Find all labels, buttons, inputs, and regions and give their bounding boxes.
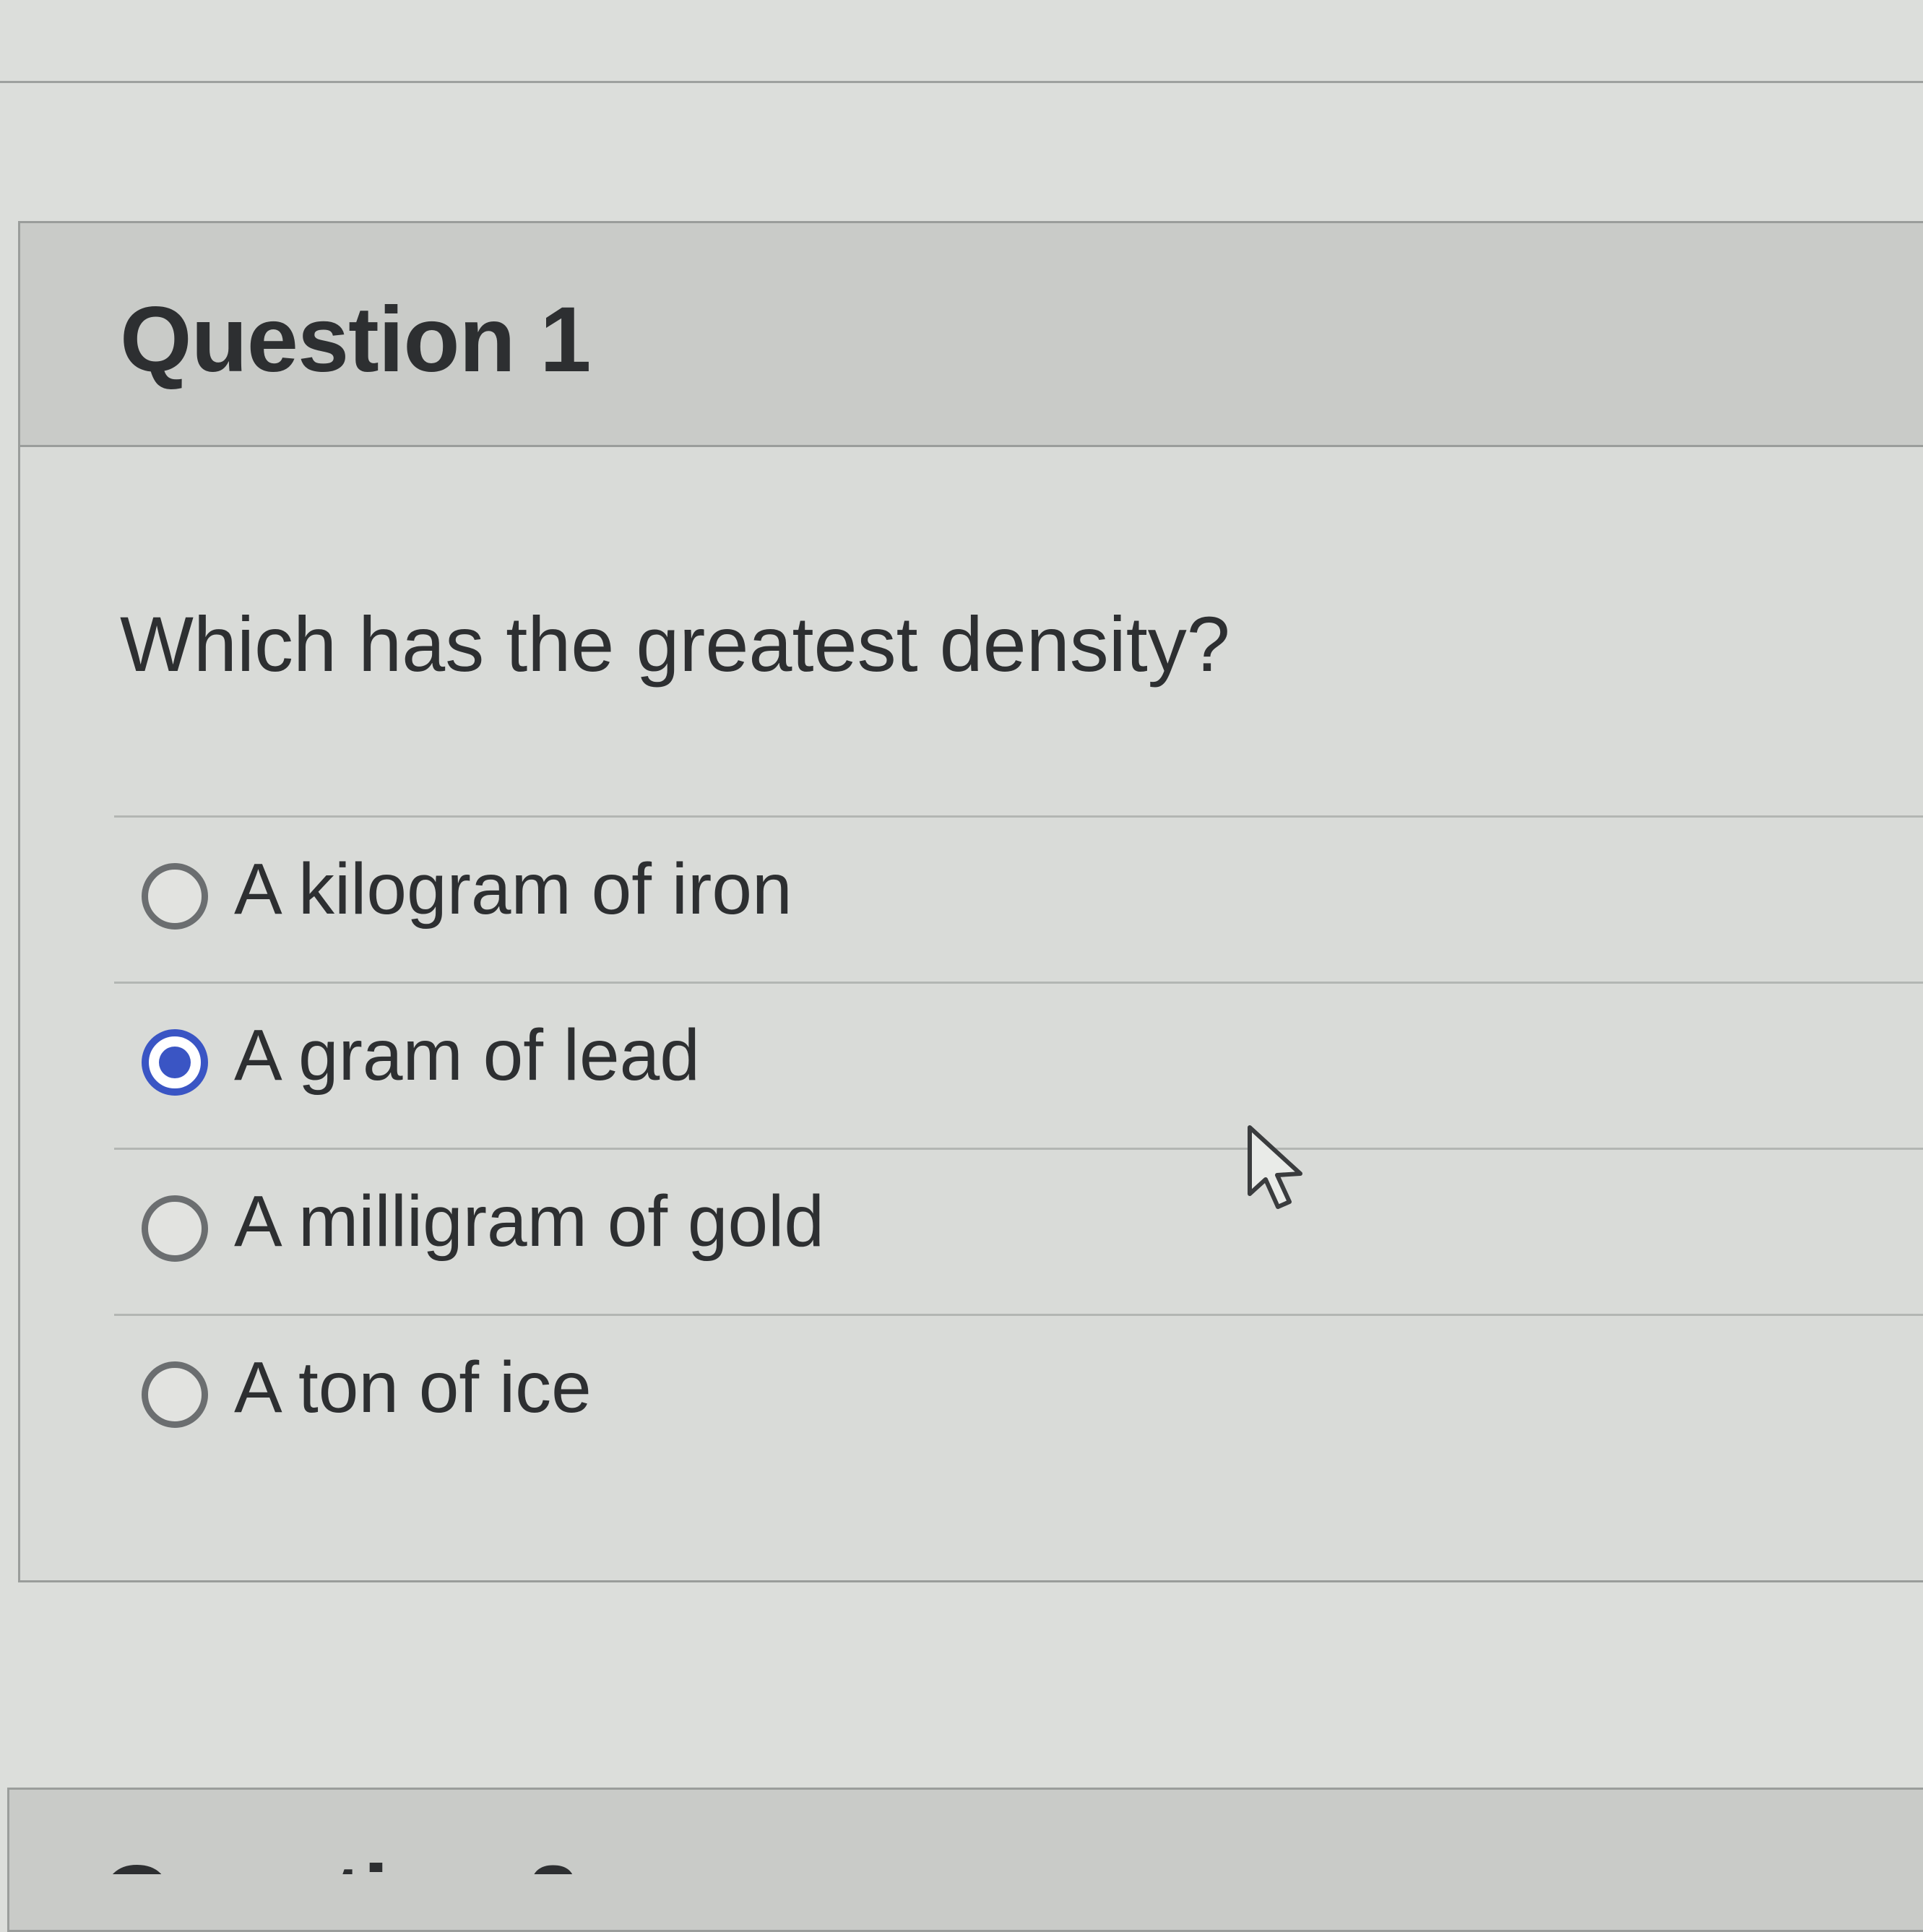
answer-option-ice[interactable]: A ton of ice — [114, 1314, 1923, 1480]
next-question-title-clip: Question 2 — [101, 1845, 607, 1874]
radio-button-checked-icon[interactable] — [142, 1029, 208, 1096]
radio-button-icon[interactable] — [142, 863, 208, 930]
top-divider — [0, 81, 1923, 83]
question-header: Question 1 — [20, 223, 1923, 447]
question-title: Question 1 — [120, 288, 591, 391]
answer-label[interactable]: A gram of lead — [234, 1014, 700, 1097]
mouse-pointer-icon — [1248, 1125, 1302, 1209]
answer-option-iron[interactable]: A kilogram of iron — [114, 815, 1923, 982]
answer-label[interactable]: A ton of ice — [234, 1346, 592, 1429]
answer-list: A kilogram of iron A gram of lead A mill… — [114, 815, 1923, 1480]
radio-button-icon[interactable] — [142, 1195, 208, 1262]
radio-button-icon[interactable] — [142, 1361, 208, 1428]
answer-option-lead[interactable]: A gram of lead — [114, 982, 1923, 1148]
next-question-title: Question 2 — [101, 1845, 579, 1874]
question-text: Which has the greatest density? — [120, 600, 1230, 688]
answer-option-gold[interactable]: A milligram of gold — [114, 1148, 1923, 1314]
answer-label[interactable]: A kilogram of iron — [234, 848, 792, 931]
answer-label[interactable]: A milligram of gold — [234, 1180, 824, 1263]
question-card: Question 1 Which has the greatest densit… — [18, 221, 1923, 1582]
